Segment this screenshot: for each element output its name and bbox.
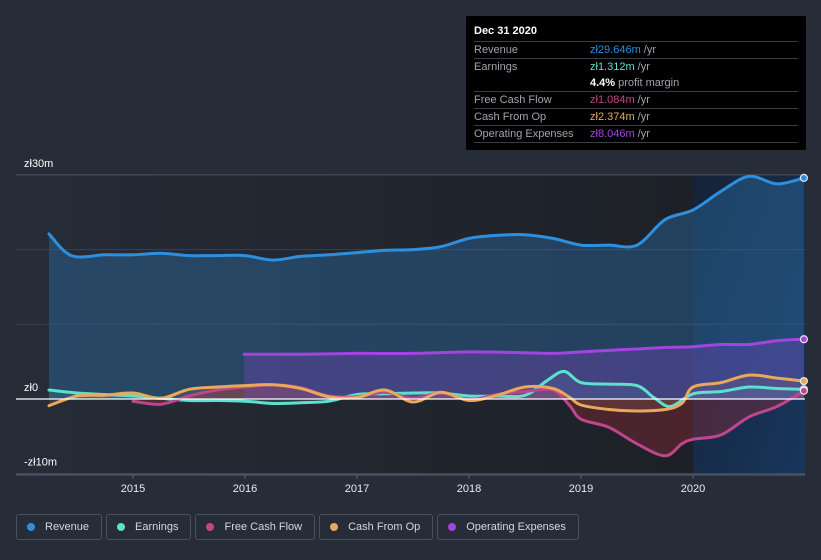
- tooltip-unit: /yr: [637, 111, 650, 123]
- tooltip-value: zł1.312m: [590, 61, 635, 73]
- x-tick-label: 2017: [345, 483, 369, 495]
- legend-item-free-cash-flow[interactable]: Free Cash Flow: [195, 514, 316, 540]
- legend-label: Revenue: [45, 521, 90, 533]
- end-point-free-cash-flow: [799, 386, 808, 395]
- legend: Revenue Earnings Free Cash Flow Cash Fro…: [16, 514, 579, 540]
- tooltip-row-free-cash-flow: Free Cash Flow zł1.084m /yr: [474, 92, 798, 109]
- tooltip-value: zł8.046m: [590, 128, 635, 140]
- legend-item-cash-from-op[interactable]: Cash From Op: [319, 514, 434, 540]
- legend-label: Operating Expenses: [466, 521, 566, 533]
- tooltip-label: Cash From Op: [474, 111, 547, 123]
- end-point-revenue: [799, 173, 808, 182]
- tooltip-label: Revenue: [474, 44, 519, 56]
- tooltip-label: Operating Expenses: [474, 128, 574, 140]
- legend-dot-icon: [27, 523, 35, 531]
- tooltip: Dec 31 2020 Revenue zł29.646m /yr Earnin…: [466, 16, 806, 150]
- legend-item-operating-expenses[interactable]: Operating Expenses: [437, 514, 579, 540]
- tooltip-value: zł2.374m: [590, 111, 635, 123]
- tooltip-label: [474, 75, 590, 91]
- tooltip-value: 4.4%: [590, 77, 616, 89]
- tooltip-row-earnings: Earnings zł1.312m /yr: [474, 59, 798, 75]
- x-tick-label: 2020: [681, 483, 705, 495]
- legend-label: Cash From Op: [348, 521, 421, 533]
- tooltip-unit: /yr: [637, 61, 650, 73]
- legend-item-earnings[interactable]: Earnings: [106, 514, 192, 540]
- legend-item-revenue[interactable]: Revenue: [16, 514, 103, 540]
- x-tick-label: 2018: [457, 483, 481, 495]
- legend-label: Free Cash Flow: [224, 521, 303, 533]
- legend-dot-icon: [206, 523, 215, 531]
- tooltip-value: zł1.084m: [590, 94, 635, 106]
- tooltip-row-revenue: Revenue zł29.646m /yr: [474, 42, 798, 59]
- tooltip-date: Dec 31 2020: [474, 22, 798, 42]
- tooltip-value: zł29.646m: [590, 44, 641, 56]
- tooltip-unit: /yr: [643, 44, 656, 56]
- tooltip-row-cash-from-op: Cash From Op zł2.374m /yr: [474, 109, 798, 126]
- legend-label: Earnings: [135, 521, 179, 533]
- tooltip-row-operating-expenses: Operating Expenses zł8.046m /yr: [474, 126, 798, 143]
- tooltip-unit: /yr: [637, 94, 650, 106]
- tooltip-row-profit-margin: 4.4% profit margin: [474, 75, 798, 92]
- y-tick-label: zł30m: [24, 158, 53, 170]
- tooltip-label: Earnings: [474, 61, 518, 73]
- tooltip-unit: /yr: [637, 128, 650, 140]
- legend-dot-icon: [117, 523, 126, 531]
- x-tick-label: 2016: [233, 483, 257, 495]
- tooltip-label: Free Cash Flow: [474, 94, 552, 106]
- end-point-operating-expenses: [799, 335, 808, 344]
- end-point-cash-from-op: [799, 376, 808, 386]
- tooltip-unit: profit margin: [618, 77, 680, 89]
- legend-dot-icon: [330, 523, 339, 531]
- y-tick-label: zł0: [24, 382, 38, 394]
- x-tick-label: 2015: [121, 483, 145, 495]
- x-tick-label: 2019: [569, 483, 593, 495]
- legend-dot-icon: [448, 523, 457, 531]
- y-tick-label: -zł10m: [24, 457, 57, 469]
